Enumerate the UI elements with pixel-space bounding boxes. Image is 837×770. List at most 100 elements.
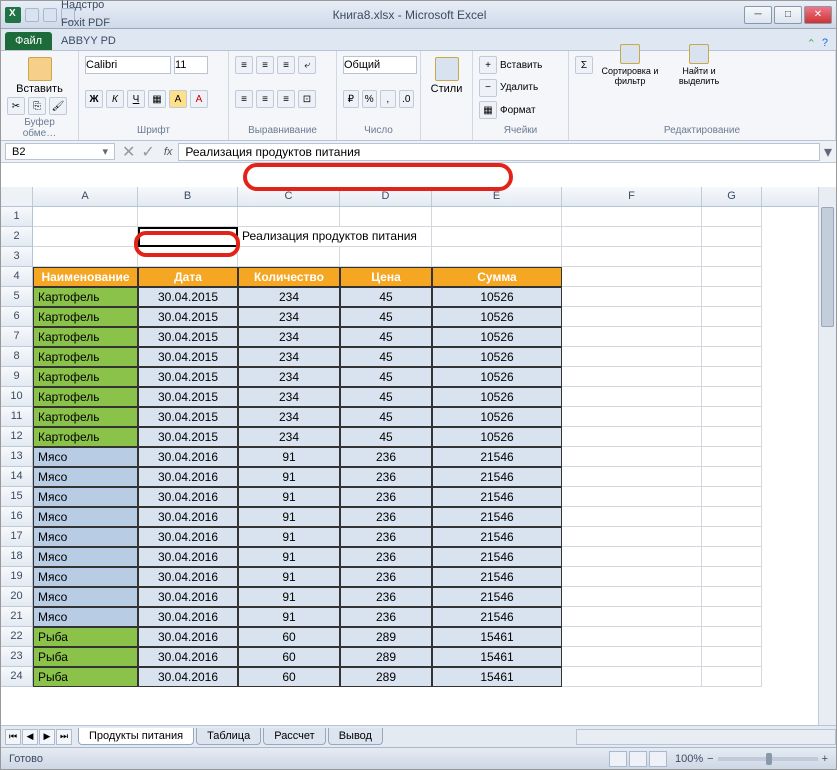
cell[interactable]: 60: [238, 647, 340, 667]
cell[interactable]: 30.04.2015: [138, 427, 238, 447]
cell[interactable]: 45: [340, 367, 432, 387]
cell[interactable]: [702, 327, 762, 347]
maximize-button[interactable]: □: [774, 6, 802, 24]
cell[interactable]: 30.04.2015: [138, 307, 238, 327]
insert-cells-label[interactable]: Вставить: [500, 60, 542, 71]
row-header[interactable]: 11: [1, 407, 33, 427]
cell[interactable]: [702, 567, 762, 587]
cell[interactable]: 45: [340, 347, 432, 367]
row-header[interactable]: 8: [1, 347, 33, 367]
cell[interactable]: Мясо: [33, 507, 138, 527]
row-header[interactable]: 20: [1, 587, 33, 607]
merge-icon[interactable]: ⊡: [298, 90, 316, 108]
formula-bar[interactable]: Реализация продуктов питания: [178, 143, 820, 161]
cell[interactable]: [702, 647, 762, 667]
cell[interactable]: 234: [238, 427, 340, 447]
cell[interactable]: 236: [340, 447, 432, 467]
cell[interactable]: 236: [340, 527, 432, 547]
save-icon[interactable]: [25, 8, 39, 22]
cell[interactable]: 15461: [432, 627, 562, 647]
horizontal-scrollbar[interactable]: [576, 729, 836, 745]
vertical-scrollbar[interactable]: [818, 187, 836, 725]
font-size-input[interactable]: [174, 56, 208, 74]
cell[interactable]: 45: [340, 327, 432, 347]
cell[interactable]: [562, 667, 702, 687]
cell[interactable]: 45: [340, 407, 432, 427]
cell[interactable]: 30.04.2016: [138, 587, 238, 607]
cell[interactable]: [702, 367, 762, 387]
cell[interactable]: [432, 207, 562, 227]
cell[interactable]: 236: [340, 567, 432, 587]
row-header[interactable]: 1: [1, 207, 33, 227]
cell[interactable]: 236: [340, 507, 432, 527]
column-header-E[interactable]: E: [432, 187, 562, 206]
font-color-button[interactable]: A: [190, 90, 208, 108]
cell[interactable]: 10526: [432, 287, 562, 307]
fill-color-button[interactable]: A: [169, 90, 187, 108]
cell[interactable]: 10526: [432, 407, 562, 427]
cell[interactable]: [562, 407, 702, 427]
delete-cells-icon[interactable]: −: [479, 79, 497, 97]
cell[interactable]: Картофель: [33, 287, 138, 307]
column-header-G[interactable]: G: [702, 187, 762, 206]
cell[interactable]: 91: [238, 547, 340, 567]
comma-icon[interactable]: ,: [380, 90, 396, 108]
cell[interactable]: 30.04.2016: [138, 647, 238, 667]
cell[interactable]: [562, 487, 702, 507]
align-left-icon[interactable]: ≡: [235, 90, 253, 108]
number-format-input[interactable]: [343, 56, 417, 74]
row-header[interactable]: 6: [1, 307, 33, 327]
cell[interactable]: [702, 407, 762, 427]
column-header-F[interactable]: F: [562, 187, 702, 206]
cell[interactable]: 10526: [432, 387, 562, 407]
cell[interactable]: 30.04.2016: [138, 527, 238, 547]
cell[interactable]: 30.04.2015: [138, 287, 238, 307]
row-header[interactable]: 18: [1, 547, 33, 567]
sheet-nav-next-icon[interactable]: ▶: [39, 729, 55, 745]
cancel-formula-icon[interactable]: ✕: [122, 142, 135, 162]
cell[interactable]: Мясо: [33, 447, 138, 467]
cell[interactable]: [562, 367, 702, 387]
cell[interactable]: [702, 387, 762, 407]
cell[interactable]: Мясо: [33, 527, 138, 547]
minimize-button[interactable]: ─: [744, 6, 772, 24]
cell[interactable]: [432, 247, 562, 267]
format-cells-icon[interactable]: ▦: [479, 101, 497, 119]
cell[interactable]: [702, 447, 762, 467]
cell[interactable]: Мясо: [33, 587, 138, 607]
row-header[interactable]: 4: [1, 267, 33, 287]
cell[interactable]: 45: [340, 387, 432, 407]
column-header-B[interactable]: B: [138, 187, 238, 206]
cell[interactable]: 10526: [432, 367, 562, 387]
cell[interactable]: 45: [340, 287, 432, 307]
zoom-level[interactable]: 100%: [675, 753, 703, 765]
cell[interactable]: Мясо: [33, 487, 138, 507]
font-name-input[interactable]: [85, 56, 171, 74]
cell[interactable]: [702, 347, 762, 367]
cell[interactable]: [702, 267, 762, 287]
cell[interactable]: 60: [238, 627, 340, 647]
cell[interactable]: [562, 447, 702, 467]
cell[interactable]: 289: [340, 647, 432, 667]
cell[interactable]: [238, 207, 340, 227]
sheet-tab[interactable]: Рассчет: [263, 728, 326, 745]
cell[interactable]: 60: [238, 667, 340, 687]
cell[interactable]: [562, 467, 702, 487]
cell[interactable]: 236: [340, 587, 432, 607]
row-header[interactable]: 21: [1, 607, 33, 627]
cell[interactable]: 21546: [432, 567, 562, 587]
cell[interactable]: [702, 227, 762, 247]
cell[interactable]: [562, 287, 702, 307]
cell[interactable]: 30.04.2016: [138, 567, 238, 587]
cell[interactable]: Мясо: [33, 567, 138, 587]
fx-icon[interactable]: fx: [164, 146, 173, 158]
cell[interactable]: 45: [340, 307, 432, 327]
cell[interactable]: [702, 587, 762, 607]
cell[interactable]: [562, 427, 702, 447]
cell[interactable]: Рыба: [33, 627, 138, 647]
cell[interactable]: 21546: [432, 507, 562, 527]
cell[interactable]: Мясо: [33, 607, 138, 627]
column-header-C[interactable]: C: [238, 187, 340, 206]
format-cells-label[interactable]: Формат: [500, 105, 536, 116]
cell[interactable]: 234: [238, 307, 340, 327]
